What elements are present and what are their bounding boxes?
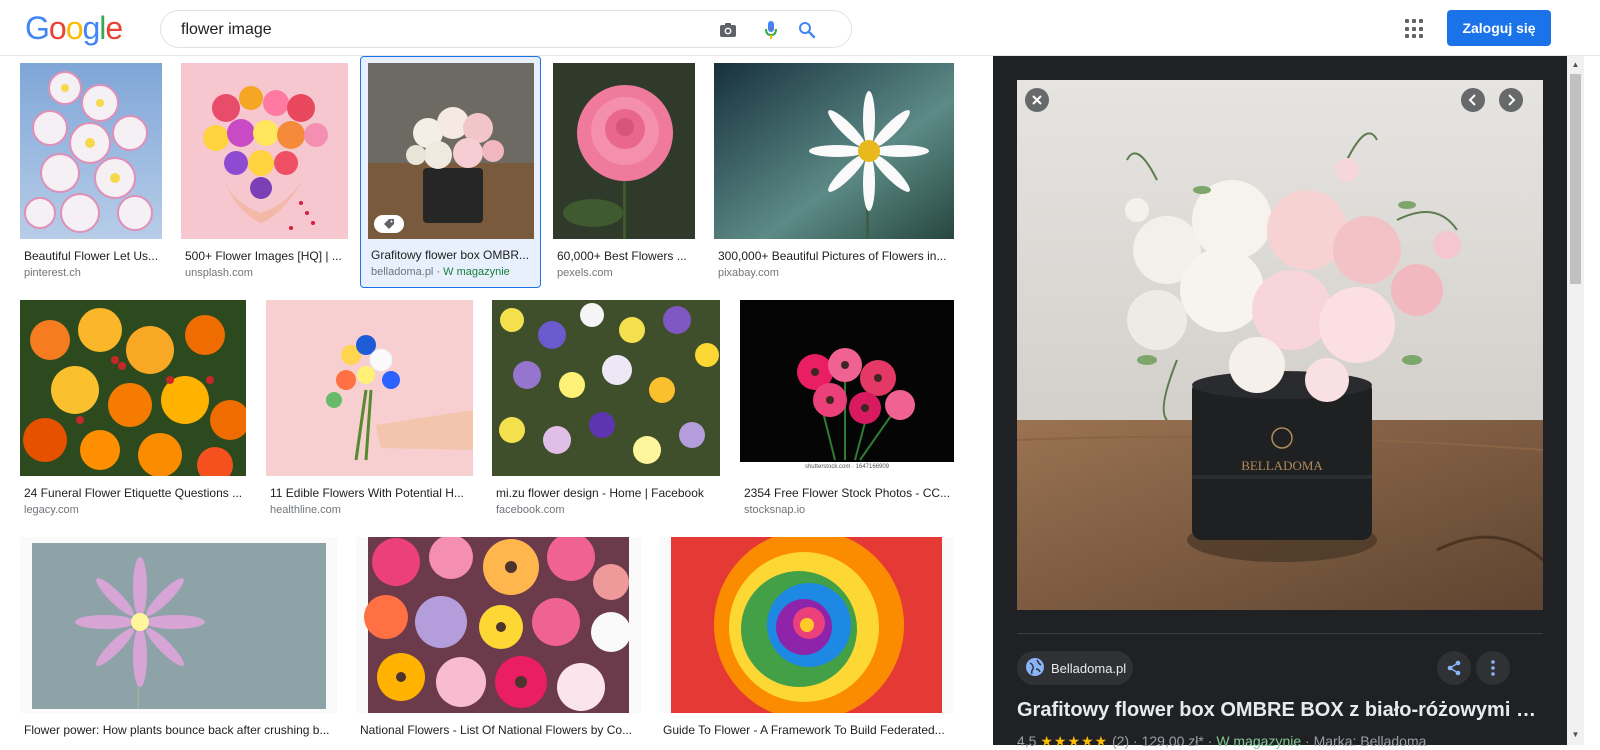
search-icon[interactable] (795, 18, 819, 42)
product-tag-icon (374, 215, 404, 233)
top-bar: Google Zaloguj się (0, 0, 1600, 56)
globe-icon (1025, 657, 1045, 680)
product-meta: 4,5 ★★★★★ (2) · 129,00 zł* · W magazynie… (1017, 733, 1427, 749)
result-caption[interactable]: 300,000+ Beautiful Pictures of Flowers i… (718, 249, 954, 263)
site-name[interactable]: Belladoma.pl (1051, 661, 1126, 676)
logo-letter: g (82, 10, 100, 46)
watermark-text: shutterstock.com · 1647166909 (804, 464, 890, 470)
image-results-grid: Beautiful Flower Let Us... pinterest.ch … (0, 56, 990, 745)
scrollbar-thumb[interactable] (1570, 74, 1581, 284)
result-thumbnail[interactable] (20, 300, 246, 476)
login-button[interactable]: Zaloguj się (1447, 10, 1551, 46)
result-thumbnail[interactable] (20, 537, 337, 713)
result-caption[interactable]: 500+ Flower Images [HQ] | ... (185, 249, 345, 263)
scroll-down-arrow[interactable]: ▼ (1569, 730, 1582, 742)
result-source: pinterest.ch (24, 267, 81, 279)
price: 129,00 zł* (1141, 733, 1204, 749)
result-source: unsplash.com (185, 267, 253, 279)
logo-letter: e (105, 10, 123, 46)
result-card-selected[interactable]: Grafitowy flower box OMBR... belladoma.p… (360, 56, 541, 288)
result-thumbnail[interactable] (20, 63, 162, 239)
result-source: healthline.com (270, 504, 341, 516)
google-logo[interactable]: Google (25, 10, 123, 47)
result-caption[interactable]: Guide To Flower - A Framework To Build F… (663, 723, 953, 737)
stock-status: W magazynie (1216, 733, 1302, 749)
preview-title[interactable]: Grafitowy flower box OMBRE BOX z biało-r… (1017, 699, 1547, 722)
image-preview-panel: BELLADOMA Belladoma.pl Grafitowy flower … (993, 56, 1567, 749)
logo-letter: o (48, 10, 67, 46)
result-source: facebook.com (496, 504, 565, 516)
share-icon[interactable] (1437, 651, 1471, 685)
result-source: pixabay.com (718, 267, 779, 279)
result-thumbnail[interactable] (356, 537, 641, 713)
result-caption[interactable]: 24 Funeral Flower Etiquette Questions ..… (24, 486, 246, 500)
box-brand-text: BELLADOMA (1241, 458, 1323, 473)
result-thumbnail[interactable] (266, 300, 473, 476)
rating-value: 4,5 (1017, 733, 1037, 749)
result-thumbnail[interactable] (714, 63, 954, 239)
camera-icon[interactable] (716, 18, 740, 42)
result-caption[interactable]: mi.zu flower design - Home | Facebook (496, 486, 720, 500)
result-caption[interactable]: 2354 Free Flower Stock Photos - CC... (744, 486, 954, 500)
review-count: (2) (1112, 733, 1130, 749)
result-caption[interactable]: Flower power: How plants bounce back aft… (24, 723, 334, 737)
result-caption[interactable]: 60,000+ Best Flowers ... (557, 249, 695, 263)
result-thumbnail[interactable] (368, 63, 534, 239)
site-chip[interactable]: Belladoma.pl (1017, 651, 1133, 685)
result-thumbnail[interactable] (492, 300, 720, 476)
result-thumbnail[interactable] (553, 63, 695, 239)
result-source: belladoma.pl · W magazynie (371, 266, 510, 278)
logo-letter: o (65, 10, 84, 46)
brand-label: Marka: Belladoma (1313, 733, 1427, 749)
microphone-icon[interactable] (759, 18, 783, 42)
close-icon[interactable] (1025, 88, 1049, 112)
chevron-right-icon[interactable] (1499, 88, 1523, 112)
result-thumbnail[interactable]: shutterstock.com · 1647166909 (740, 300, 954, 476)
more-vert-icon[interactable] (1476, 651, 1510, 685)
result-caption[interactable]: National Flowers - List Of National Flow… (360, 723, 640, 737)
result-thumbnail[interactable] (181, 63, 348, 239)
search-input[interactable] (181, 19, 701, 41)
search-box[interactable] (160, 10, 852, 48)
logo-letter: G (25, 10, 50, 46)
result-caption[interactable]: Beautiful Flower Let Us... (24, 249, 162, 263)
result-thumbnail[interactable] (659, 537, 954, 713)
result-caption[interactable]: Grafitowy flower box OMBR... (371, 248, 533, 262)
rating-stars: ★★★★★ (1040, 733, 1109, 749)
scroll-up-arrow[interactable]: ▲ (1569, 60, 1582, 72)
result-source: legacy.com (24, 504, 79, 516)
result-source: pexels.com (557, 267, 613, 279)
in-stock-label: · W magazynie (433, 266, 510, 278)
result-caption[interactable]: 11 Edible Flowers With Potential H... (270, 486, 473, 500)
chevron-left-icon[interactable] (1461, 88, 1485, 112)
divider (1017, 633, 1543, 634)
preview-image[interactable]: BELLADOMA (1017, 80, 1543, 610)
result-source: stocksnap.io (744, 504, 806, 516)
apps-grid-icon[interactable] (1403, 17, 1427, 41)
